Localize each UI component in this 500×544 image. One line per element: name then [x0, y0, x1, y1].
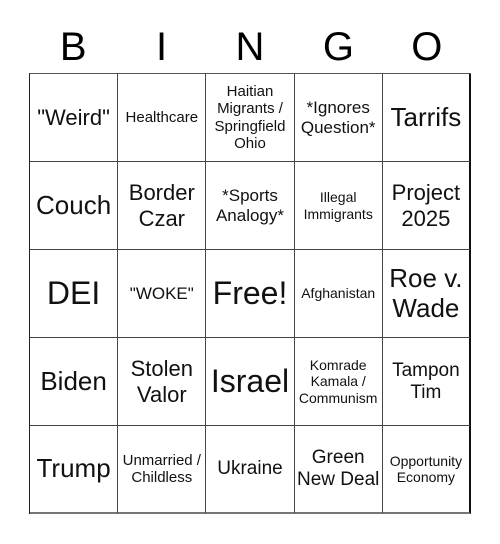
bingo-cell[interactable]: Opportunity Economy: [382, 426, 471, 514]
bingo-cell[interactable]: DEI: [30, 250, 119, 338]
header-letter-g: G: [322, 25, 354, 69]
header-letter-i: I: [156, 25, 168, 69]
bingo-cell[interactable]: Couch: [30, 162, 119, 250]
bingo-cell[interactable]: Unmarried / Childless: [118, 426, 207, 514]
bingo-header: B I N G O: [29, 22, 471, 72]
bingo-board: "Weird" Healthcare Haitian Migrants / Sp…: [29, 73, 471, 514]
bingo-cell[interactable]: Israel: [206, 338, 295, 426]
bingo-cell[interactable]: *Ignores Question*: [294, 74, 383, 162]
bingo-cell[interactable]: Green New Deal: [294, 426, 383, 514]
bingo-cell[interactable]: Project 2025: [382, 162, 471, 250]
header-letter-o: O: [411, 25, 443, 69]
bingo-cell[interactable]: *Sports Analogy*: [206, 162, 295, 250]
bingo-cell[interactable]: "Weird": [30, 74, 119, 162]
bingo-cell[interactable]: Trump: [30, 426, 119, 514]
bingo-cell[interactable]: Afghanistan: [294, 250, 383, 338]
bingo-cell[interactable]: Roe v. Wade: [382, 250, 471, 338]
bingo-cell[interactable]: Tampon Tim: [382, 338, 471, 426]
bingo-cell[interactable]: Komrade Kamala / Communism: [294, 338, 383, 426]
bingo-cell[interactable]: Stolen Valor: [118, 338, 207, 426]
bingo-cell[interactable]: "WOKE": [118, 250, 207, 338]
bingo-cell[interactable]: Healthcare: [118, 74, 207, 162]
bingo-cell[interactable]: Ukraine: [206, 426, 295, 514]
bingo-cell[interactable]: Tarrifs: [382, 74, 471, 162]
header-letter-n: N: [235, 25, 265, 69]
free-space-cell[interactable]: Free!: [206, 250, 295, 338]
bingo-cell[interactable]: Illegal Immigrants: [294, 162, 383, 250]
header-letter-b: B: [59, 25, 87, 69]
bingo-cell[interactable]: Biden: [30, 338, 119, 426]
bingo-cell[interactable]: Haitian Migrants / Springfield Ohio: [206, 74, 295, 162]
bingo-cell[interactable]: Border Czar: [118, 162, 207, 250]
